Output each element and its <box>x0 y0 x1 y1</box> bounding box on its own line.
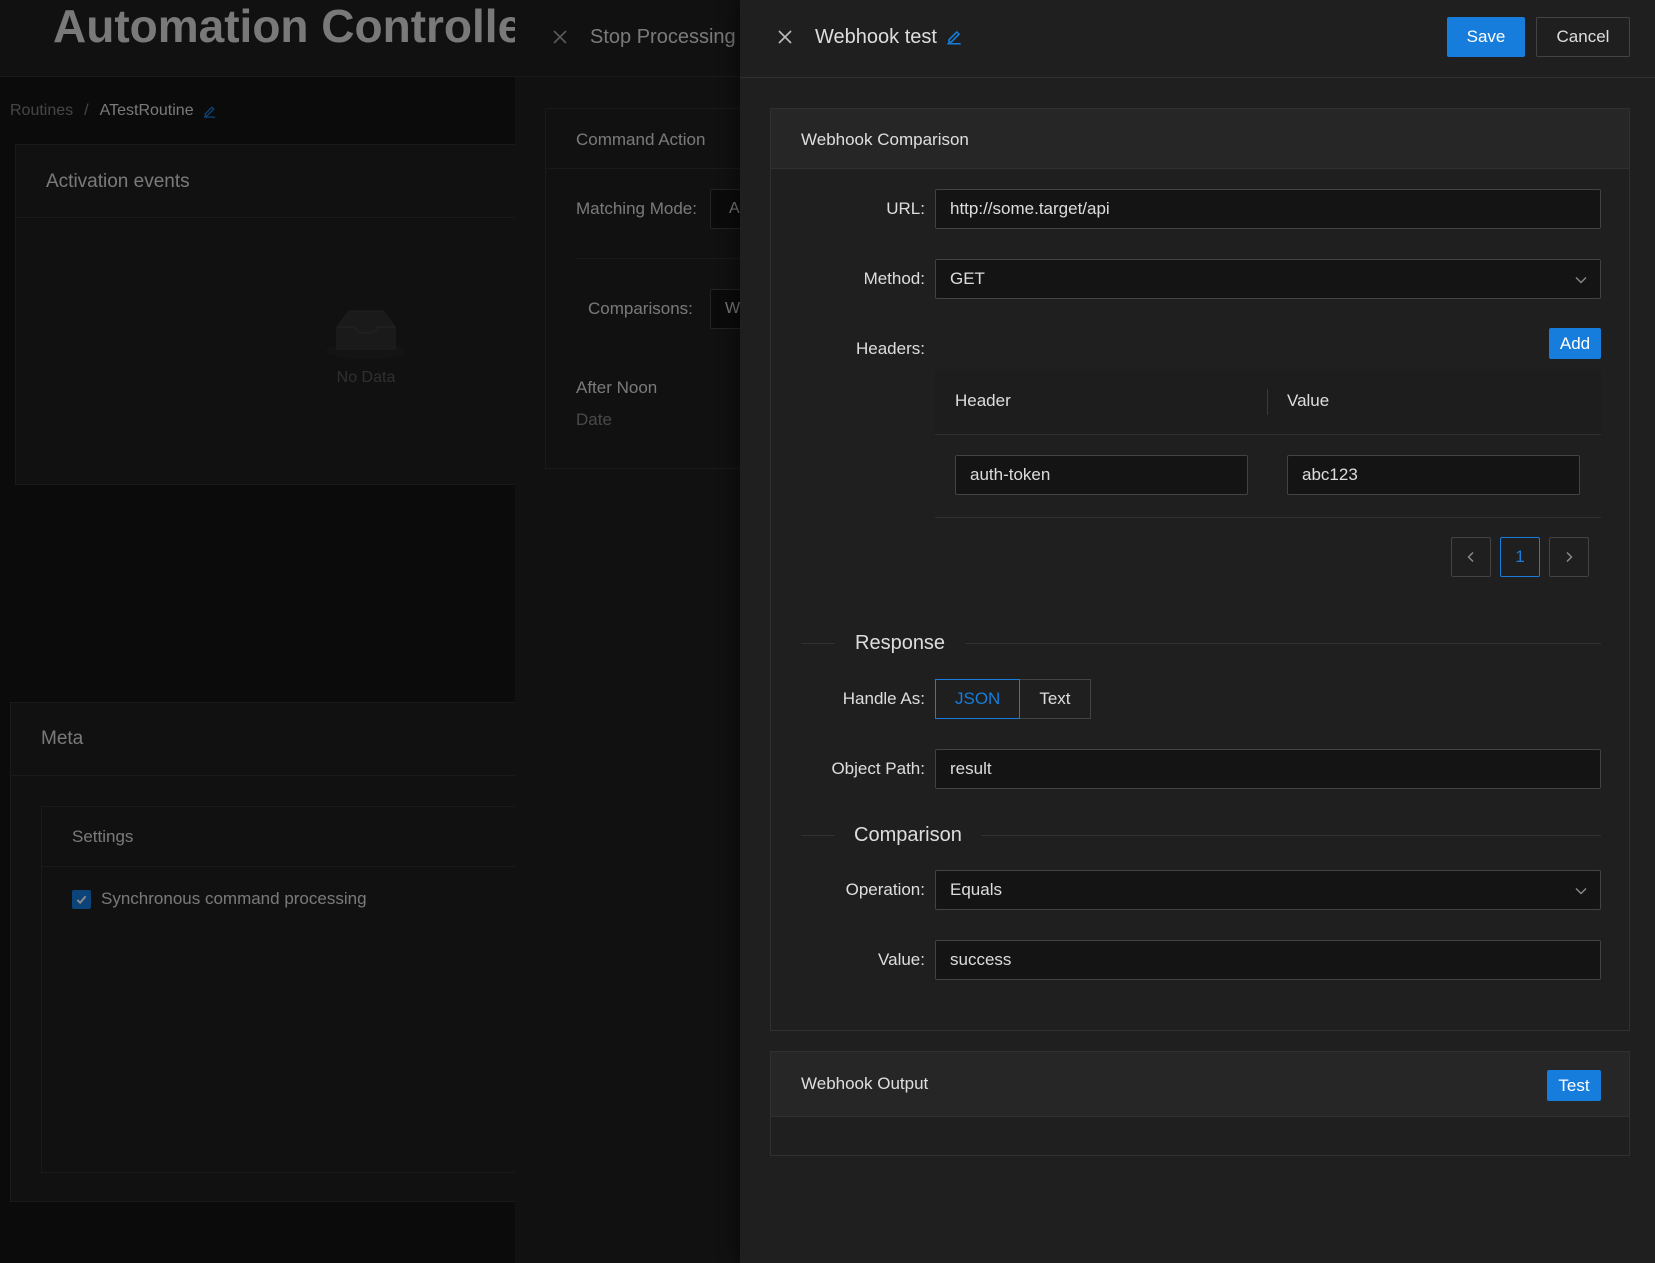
prev-page-button[interactable] <box>1451 537 1491 577</box>
method-select[interactable]: GET <box>935 259 1601 299</box>
value-input[interactable]: success <box>935 940 1601 980</box>
column-divider <box>1267 389 1268 415</box>
response-divider-line-left <box>801 643 835 644</box>
header-value-input[interactable]: abc123 <box>1287 455 1580 495</box>
response-divider-line-right <box>965 643 1601 644</box>
webhook-drawer: Webhook test Save Cancel Webhook Compari… <box>740 0 1655 1263</box>
headers-table-head: Header Value <box>935 369 1601 435</box>
add-header-button[interactable]: Add <box>1549 328 1601 359</box>
headers-label: Headers: <box>856 339 925 358</box>
chevron-down-icon <box>1574 273 1588 287</box>
column-header-value: Value <box>1287 391 1330 410</box>
operation-label: Operation: <box>845 880 925 899</box>
comparison-divider-line-right <box>981 835 1601 836</box>
handle-as-label: Handle As: <box>842 689 925 708</box>
response-divider-title: Response <box>855 632 946 654</box>
webhook-output-title: Webhook Output <box>801 1074 929 1093</box>
webhook-comparison-section: Webhook Comparison URL: http://some.targ… <box>770 108 1630 1031</box>
handle-as-json-option[interactable]: JSON <box>935 679 1021 719</box>
url-input[interactable]: http://some.target/api <box>935 189 1601 229</box>
edit-title-icon[interactable] <box>945 28 963 46</box>
chevron-left-icon <box>1465 551 1477 563</box>
webhook-title-wrap: Webhook test <box>815 25 963 49</box>
header-name-input[interactable]: auth-token <box>955 455 1248 495</box>
webhook-comparison-title: Webhook Comparison <box>801 130 969 149</box>
close-icon[interactable] <box>777 29 793 45</box>
comparison-divider-line-left <box>801 835 835 836</box>
webhook-comparison-header: Webhook Comparison <box>771 109 1629 169</box>
chevron-right-icon <box>1563 551 1575 563</box>
headers-table: Header Value auth-token abc123 <box>935 369 1601 518</box>
webhook-drawer-header: Webhook test Save Cancel <box>740 0 1655 78</box>
chevron-down-icon <box>1574 884 1588 898</box>
cancel-button[interactable]: Cancel <box>1536 17 1630 57</box>
object-path-label: Object Path: <box>831 759 925 778</box>
handle-as-radio-group: JSON Text <box>935 679 1091 719</box>
save-button[interactable]: Save <box>1447 17 1525 57</box>
pagination: 1 <box>1451 537 1589 577</box>
method-selected-value: GET <box>950 269 985 288</box>
comparison-divider-title: Comparison <box>854 824 962 846</box>
webhook-output-section: Webhook Output Test <box>770 1051 1630 1156</box>
operation-selected-value: Equals <box>950 880 1002 899</box>
webhook-drawer-title: Webhook test <box>815 26 937 48</box>
object-path-input[interactable]: result <box>935 749 1601 789</box>
table-row: auth-token abc123 <box>935 435 1601 518</box>
column-header-header: Header <box>955 391 1011 410</box>
method-label: Method: <box>863 269 925 288</box>
handle-as-text-option[interactable]: Text <box>1020 679 1091 719</box>
url-label: URL: <box>886 199 925 218</box>
test-button[interactable]: Test <box>1547 1070 1601 1101</box>
page-1-button[interactable]: 1 <box>1500 537 1540 577</box>
operation-select[interactable]: Equals <box>935 870 1601 910</box>
next-page-button[interactable] <box>1549 537 1589 577</box>
value-label: Value: <box>878 950 925 969</box>
webhook-output-header: Webhook Output <box>771 1052 1629 1117</box>
